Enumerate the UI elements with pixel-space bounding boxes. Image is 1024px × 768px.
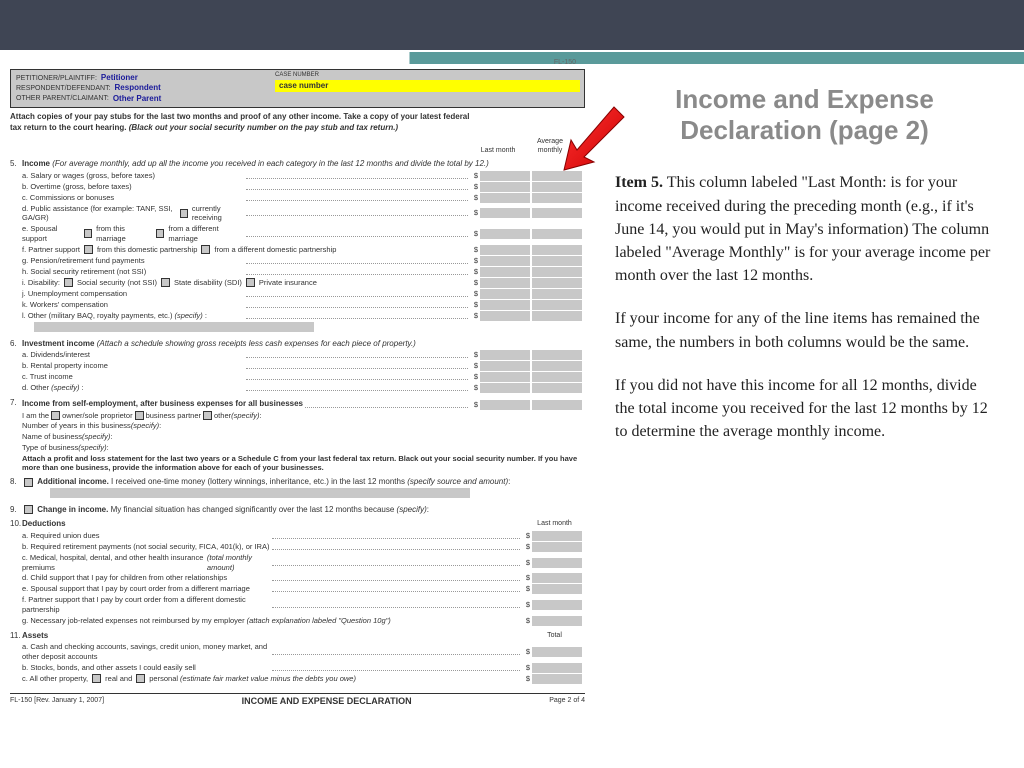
- form-header-box: FL-150 PETITIONER/PLAINTIFF:Petitioner R…: [10, 69, 585, 108]
- section-6-investment: 6. Investment income (Attach a schedule …: [10, 339, 585, 394]
- petitioner-value: Petitioner: [101, 73, 138, 83]
- checkbox-icon: [180, 209, 188, 218]
- section-5-income: 5. Income (For average monthly, add up a…: [10, 159, 585, 335]
- attach-instruction: Attach copies of your pay stubs for the …: [10, 112, 585, 133]
- other-parent-label: OTHER PARENT/CLAIMANT:: [16, 94, 109, 103]
- info-paragraph-3: If you did not have this income for all …: [615, 374, 994, 444]
- info-paragraph-1: Item 5. This column labeled "Last Month:…: [615, 171, 994, 287]
- footer-rev: FL-150 [Rev. January 1, 2007]: [10, 696, 104, 708]
- section-7-self-employment: 7. Income from self-employment, after bu…: [10, 398, 585, 473]
- other-parent-value: Other Parent: [113, 94, 161, 104]
- section-10-deductions: 10. DeductionsLast month a. Required uni…: [10, 519, 585, 626]
- section-11-assets: 11. AssetsTotal a. Cash and checking acc…: [10, 631, 585, 685]
- respondent-value: Respondent: [115, 83, 161, 93]
- column-headers: Last month Average monthly: [10, 137, 575, 155]
- slide-topbar: [0, 0, 1024, 50]
- footer-title: INCOME AND EXPENSE DECLARATION: [242, 696, 412, 708]
- info-panel: Income and Expense Declaration (page 2) …: [595, 64, 1024, 712]
- content-area: FL-150 PETITIONER/PLAINTIFF:Petitioner R…: [0, 64, 1024, 712]
- slide-accent-strip: [0, 52, 1024, 64]
- case-number-box: CASE NUMBER case number: [271, 70, 584, 107]
- form-footer: FL-150 [Rev. January 1, 2007] INCOME AND…: [10, 693, 585, 708]
- page-title: Income and Expense Declaration (page 2): [615, 84, 994, 146]
- footer-page: Page 2 of 4: [549, 696, 585, 708]
- form-image: FL-150 PETITIONER/PLAINTIFF:Petitioner R…: [0, 64, 595, 712]
- case-number-label: CASE NUMBER: [275, 72, 580, 80]
- petitioner-label: PETITIONER/PLAINTIFF:: [16, 74, 97, 83]
- info-paragraph-2: If your income for any of the line items…: [615, 307, 994, 353]
- respondent-label: RESPONDENT/DEFENDANT:: [16, 84, 111, 93]
- fill-line: [34, 322, 314, 332]
- form-code: FL-150: [554, 58, 576, 67]
- box-5a-last: [480, 171, 530, 181]
- section-9-change: 9. Change in income. My financial situat…: [10, 505, 585, 515]
- case-number-value: case number: [275, 80, 580, 92]
- box-5a-avg: [532, 171, 582, 181]
- section-8-additional: 8. Additional income. I received one-tim…: [10, 477, 585, 501]
